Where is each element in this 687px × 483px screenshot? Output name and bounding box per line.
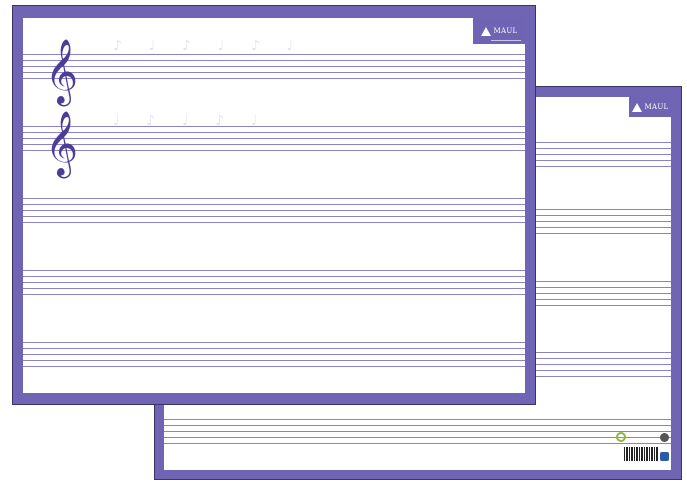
treble-clef-icon: 𝄞 — [45, 111, 79, 176]
whiteboard-front: MAUL ♪ ♩ ♪ ♩ ♪ ♩ ♩ ♪ ♩ ♪ ♩ 𝄞 𝄞 — [12, 5, 536, 405]
staff — [534, 352, 671, 378]
staff — [534, 142, 671, 168]
staff-2 — [23, 126, 525, 152]
brand-logo-back: MAUL — [629, 97, 671, 117]
staff — [164, 419, 671, 445]
recycling-badge-icon — [660, 433, 669, 442]
staff — [534, 209, 671, 235]
staff-5 — [23, 342, 525, 368]
label-sticker-icon — [660, 452, 669, 461]
staff-1 — [23, 54, 525, 80]
treble-clef-icon: 𝄞 — [45, 39, 79, 104]
staff — [534, 281, 671, 307]
brand-logo-text: MAUL — [644, 103, 669, 111]
brand-logo-text: MAUL — [493, 27, 518, 35]
faint-erased-notes: ♪ ♩ ♪ ♩ ♪ ♩ — [113, 38, 294, 54]
whiteboard-front-surface: MAUL ♪ ♩ ♪ ♩ ♪ ♩ ♩ ♪ ♩ ♪ ♩ 𝄞 𝄞 — [23, 18, 525, 393]
triangle-logo-icon — [631, 102, 642, 112]
certification-badge-icon — [616, 432, 626, 442]
staff-4 — [23, 270, 525, 296]
triangle-logo-icon — [480, 26, 491, 36]
staff-3 — [23, 198, 525, 224]
barcode — [624, 447, 658, 461]
brand-logo-front: MAUL — [473, 18, 525, 44]
